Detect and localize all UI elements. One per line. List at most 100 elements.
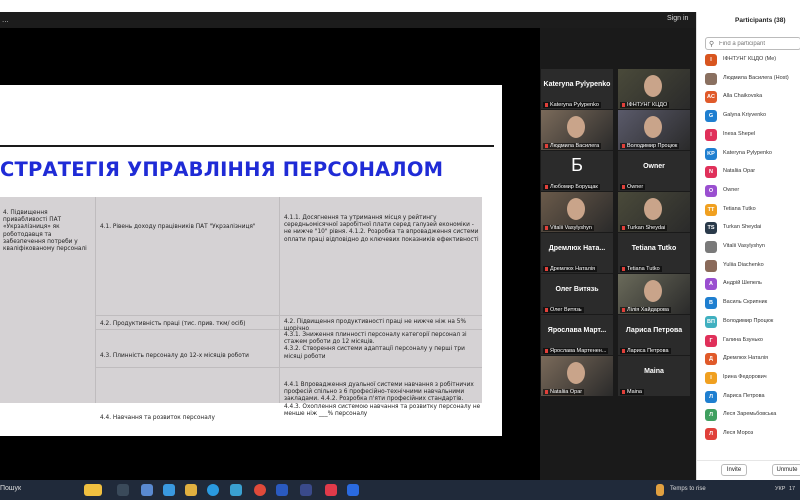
language-indicator[interactable]: УКР <box>775 486 785 492</box>
sign-in-link[interactable]: Sign in <box>667 15 688 22</box>
avatar: В <box>705 297 717 310</box>
shared-screen: СТРАТЕГІЯ УПРАВЛІННЯ ПЕРСОНАЛОМ 4. Підви… <box>0 28 540 480</box>
windows-taskbar: Пошук Temps to rise УКР 17 <box>0 480 800 500</box>
video-tile[interactable]: Turkan Sheydai <box>618 192 690 232</box>
participant-name: Андрій Шепель <box>723 280 762 287</box>
participant-search-input[interactable] <box>719 39 799 49</box>
tile-name-label: Tetiana Tutko <box>620 266 662 272</box>
weather-icon <box>656 484 664 496</box>
table-objective-cell: 4.2. Продуктивність праці (тис. прив. тк… <box>100 321 246 327</box>
table-divider <box>95 367 482 368</box>
tile-display-name: Maina <box>644 368 664 375</box>
tile-name-label: Людмила Василега <box>543 143 602 149</box>
participant-name: Людмила Василега (Host) <box>723 74 789 81</box>
participant-name: Володимир Процюк <box>723 317 774 324</box>
participant-name: Vitalii Vasylyshyn <box>723 243 765 249</box>
meeting-toolbar: ... Sign in <box>0 12 696 28</box>
video-tile[interactable]: ІФНТУНГ КЦДО <box>618 69 690 109</box>
clock: 17 <box>789 486 796 492</box>
person-silhouette <box>644 280 662 302</box>
participant-name: Alla Chaikovska <box>723 93 763 100</box>
table-objective-cell: 4.1. Рівень доходу працівників ПАТ "Укрз… <box>100 224 256 230</box>
avatar: Л <box>705 428 717 440</box>
taskbar-search[interactable]: Пошук <box>0 485 21 492</box>
participant-name: Лариса Петрова <box>723 392 765 399</box>
file-explorer-icon[interactable] <box>185 484 197 496</box>
tile-name-label: Дремлюх Наталія <box>543 266 598 272</box>
participant-name: Galyna Kriyvenko <box>723 112 767 119</box>
app-icon[interactable] <box>300 484 312 496</box>
video-tile[interactable]: Tetiana Tutko Tetiana Tutko <box>618 233 690 273</box>
tile-display-name: Дремлюх Ната... <box>548 245 606 252</box>
zoom-icon[interactable] <box>347 484 359 496</box>
tile-display-name: Ярослава Март... <box>547 327 607 334</box>
copilot-icon[interactable] <box>84 484 102 496</box>
video-tile[interactable]: Owner Owner <box>618 151 690 191</box>
presentation-slide: СТРАТЕГІЯ УПРАВЛІННЯ ПЕРСОНАЛОМ 4. Підви… <box>0 85 502 436</box>
video-tile[interactable]: Б Любомир Борущак <box>541 151 613 191</box>
video-tile[interactable]: Дремлюх Ната... Дремлюх Наталія <box>541 233 613 273</box>
video-tile[interactable]: Олег Витязь Олег Витязь <box>541 274 613 314</box>
avatar: Л <box>705 409 717 422</box>
invite-button[interactable]: Invite <box>721 464 747 476</box>
avatar: ВП <box>705 315 717 328</box>
table-divider <box>279 197 280 403</box>
participant-name: Василь Скрипник <box>723 299 768 306</box>
person-silhouette <box>567 116 585 138</box>
avatar: І <box>705 54 717 66</box>
table-tasks-cell: 4.4.1 Впровадження дуальної системи навч… <box>284 382 481 417</box>
tile-name-label: Kateryna Pylypenko <box>543 102 601 108</box>
participant-search[interactable]: ⚲ <box>705 37 800 50</box>
tile-name-label: Любомир Борущак <box>543 184 600 190</box>
app-icon[interactable] <box>163 484 175 496</box>
avatar: TT <box>705 203 717 216</box>
participants-title: Participants (38) <box>735 17 786 24</box>
table-tasks-cell: 4.1.1. Досягнення та утримання місця у р… <box>284 215 479 243</box>
app-icon[interactable] <box>141 484 153 496</box>
video-tile[interactable]: Kateryna Pylypenko Kateryna Pylypenko <box>541 69 613 109</box>
participant-name: Дремлюх Наталія <box>723 355 769 362</box>
avatar: TS <box>705 222 717 235</box>
table-objective-cell: 4.3. Плинність персоналу до 12-х місяців… <box>100 353 249 359</box>
person-silhouette <box>567 362 585 384</box>
video-tile[interactable]: Лариса Петрова Лариса Петрова <box>618 315 690 355</box>
participants-panel: Participants (38) ⚲ І ІФНТУНГ КЦДО (Me) Лю… <box>696 12 800 480</box>
more-menu-icon[interactable]: ... <box>2 15 9 24</box>
avatar: G <box>705 110 717 123</box>
chrome-icon[interactable] <box>254 484 266 496</box>
video-tile[interactable]: Vitalii Vasylyshyn <box>541 192 613 232</box>
participant-name: Kateryna Pylypenko <box>723 149 772 156</box>
video-tile[interactable]: Nataliia Opar <box>541 356 613 396</box>
app-icon[interactable] <box>230 484 242 496</box>
avatar: AC <box>705 91 717 104</box>
slide-title: СТРАТЕГІЯ УПРАВЛІННЯ ПЕРСОНАЛОМ <box>0 158 444 181</box>
app-icon[interactable] <box>325 484 337 496</box>
avatar: O <box>705 184 717 197</box>
avatar: Г <box>705 334 717 347</box>
table-divider <box>95 197 96 403</box>
tile-display-name: Owner <box>643 163 665 170</box>
video-tile[interactable]: Ярослава Март... Ярослава Мартенен... <box>541 315 613 355</box>
task-view-icon[interactable] <box>117 484 129 496</box>
participant-name: Галина Бзунько <box>723 336 763 343</box>
participant-name: Tetiana Tutko <box>723 205 756 212</box>
video-tile[interactable]: Володимир Процюк <box>618 110 690 150</box>
participant-name: ІФНТУНГ КЦДО (Me) <box>723 56 777 62</box>
participant-name: Inesa Shepel <box>723 130 756 137</box>
avatar: Д <box>705 353 717 366</box>
person-silhouette <box>644 116 662 138</box>
tile-display-name: Tetiana Tutko <box>631 245 677 252</box>
avatar <box>705 72 717 85</box>
word-icon[interactable] <box>276 484 288 496</box>
participant-name: Owner <box>723 186 740 193</box>
edge-icon[interactable] <box>207 484 219 496</box>
tile-name-label: Owner <box>620 184 646 190</box>
title-strip <box>0 0 800 12</box>
video-tile[interactable]: Maina Maina <box>618 356 690 396</box>
avatar: KP <box>705 147 717 160</box>
video-tile[interactable]: Лілія Хайдарова <box>618 274 690 314</box>
tile-display-name: Лариса Петрова <box>625 327 683 334</box>
unmute-all-button[interactable]: Unmute <box>772 464 800 476</box>
table-divider <box>95 315 482 316</box>
video-tile[interactable]: Людмила Василега <box>541 110 613 150</box>
